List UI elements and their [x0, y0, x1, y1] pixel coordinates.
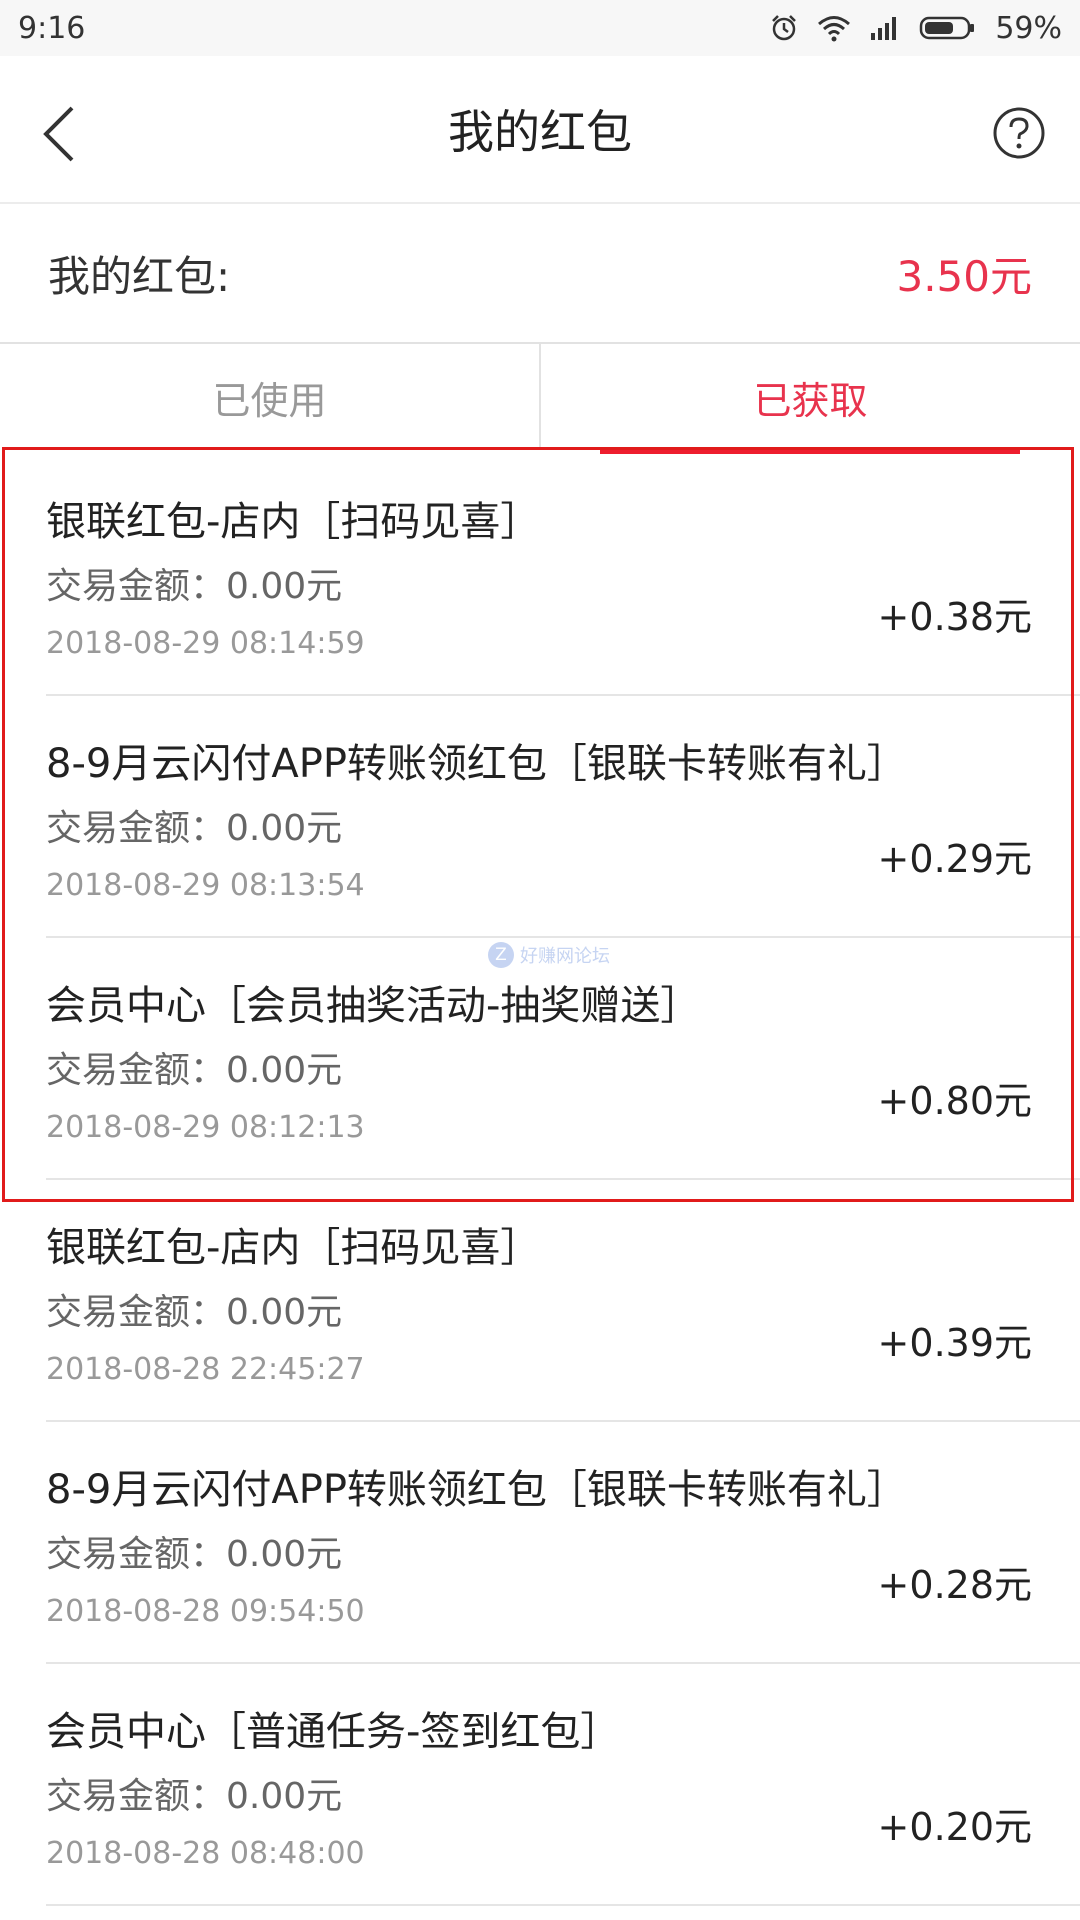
item-title: 会员中心［会员抽奖活动-抽奖赠送］ — [46, 983, 701, 1029]
trade-amount-value: 0.00元 — [226, 808, 343, 849]
list-item[interactable]: 银联红包-店内［扫码见喜］ 交易金额：0.00元 2018-08-29 08:1… — [46, 454, 1080, 696]
tab-bar: 已使用 已获取 — [0, 344, 1080, 450]
item-title: 8-9月云闪付APP转账领红包［银联卡转账有礼］ — [46, 741, 907, 787]
trade-amount-value: 0.00元 — [226, 1050, 343, 1091]
item-reward: +0.29元 — [877, 837, 1032, 881]
list-item[interactable]: 会员中心［会员抽奖活动-抽奖赠送］ 交易金额：0.00元 2018-08-29 … — [46, 938, 1080, 1180]
item-time: 2018-08-28 08:48:00 — [46, 1836, 365, 1871]
summary-row: 我的红包: 3.50元 — [0, 204, 1080, 344]
item-time: 2018-08-29 08:14:59 — [46, 626, 365, 661]
chevron-left-icon[interactable] — [36, 104, 86, 164]
item-reward: +0.20元 — [877, 1805, 1032, 1849]
help-circle-icon[interactable] — [992, 106, 1046, 160]
status-icons: 59% — [769, 11, 1062, 46]
item-reward: +0.39元 — [877, 1321, 1032, 1365]
status-bar: 9:16 59% — [0, 0, 1080, 56]
item-time: 2018-08-28 22:45:27 — [46, 1352, 365, 1387]
item-title: 银联红包-店内［扫码见喜］ — [46, 499, 541, 545]
item-trade-amount: 交易金额：0.00元 — [46, 1767, 342, 1819]
trade-amount-label: 交易金额： — [46, 1050, 227, 1091]
trade-amount-value: 0.00元 — [226, 566, 343, 607]
watermark: Z 好赚网论坛 — [488, 942, 610, 968]
watermark-text: 好赚网论坛 — [520, 946, 610, 967]
active-tab-indicator — [600, 447, 1020, 454]
item-trade-amount: 交易金额：0.00元 — [46, 799, 342, 851]
trade-amount-value: 0.00元 — [226, 1534, 343, 1575]
list-item[interactable]: 会员中心［普通任务-签到红包］ 交易金额：0.00元 2018-08-28 08… — [46, 1664, 1080, 1906]
battery-percent: 59% — [995, 10, 1062, 46]
item-trade-amount: 交易金额：0.00元 — [46, 1525, 342, 1577]
item-title: 会员中心［普通任务-签到红包］ — [46, 1709, 621, 1755]
item-time: 2018-08-28 09:54:50 — [46, 1594, 365, 1629]
wifi-icon — [817, 14, 851, 42]
alarm-icon — [769, 13, 799, 43]
redpacket-list: 银联红包-店内［扫码见喜］ 交易金额：0.00元 2018-08-29 08:1… — [0, 454, 1080, 1906]
page-title: 我的红包 — [448, 105, 632, 159]
nav-bar: 我的红包 — [0, 56, 1080, 204]
trade-amount-value: 0.00元 — [226, 1776, 343, 1817]
item-trade-amount: 交易金额：0.00元 — [46, 557, 342, 609]
status-time: 9:16 — [18, 10, 86, 46]
item-time: 2018-08-29 08:12:13 — [46, 1110, 365, 1145]
item-reward: +0.38元 — [877, 595, 1032, 639]
item-trade-amount: 交易金额：0.00元 — [46, 1283, 342, 1335]
item-reward: +0.28元 — [877, 1563, 1032, 1607]
trade-amount-label: 交易金额： — [46, 1534, 227, 1575]
watermark-logo-icon: Z — [488, 942, 514, 968]
list-item[interactable]: 8-9月云闪付APP转账领红包［银联卡转账有礼］ 交易金额：0.00元 2018… — [46, 696, 1080, 938]
list-item[interactable]: 8-9月云闪付APP转账领红包［银联卡转账有礼］ 交易金额：0.00元 2018… — [46, 1422, 1080, 1664]
item-trade-amount: 交易金额：0.00元 — [46, 1041, 342, 1093]
summary-label: 我的红包: — [48, 251, 231, 301]
item-time: 2018-08-29 08:13:54 — [46, 868, 365, 903]
trade-amount-label: 交易金额： — [46, 808, 227, 849]
battery-icon — [919, 15, 977, 41]
trade-amount-label: 交易金额： — [46, 566, 227, 607]
trade-amount-value: 0.00元 — [226, 1292, 343, 1333]
item-title: 8-9月云闪付APP转账领红包［银联卡转账有礼］ — [46, 1467, 907, 1513]
list-item[interactable]: 银联红包-店内［扫码见喜］ 交易金额：0.00元 2018-08-28 22:4… — [46, 1180, 1080, 1422]
trade-amount-label: 交易金额： — [46, 1776, 227, 1817]
signal-icon — [869, 15, 901, 41]
trade-amount-label: 交易金额： — [46, 1292, 227, 1333]
tab-obtained[interactable]: 已获取 — [539, 344, 1080, 450]
item-title: 银联红包-店内［扫码见喜］ — [46, 1225, 541, 1271]
item-reward: +0.80元 — [877, 1079, 1032, 1123]
summary-amount: 3.50元 — [896, 251, 1032, 301]
tab-used[interactable]: 已使用 — [0, 344, 539, 450]
